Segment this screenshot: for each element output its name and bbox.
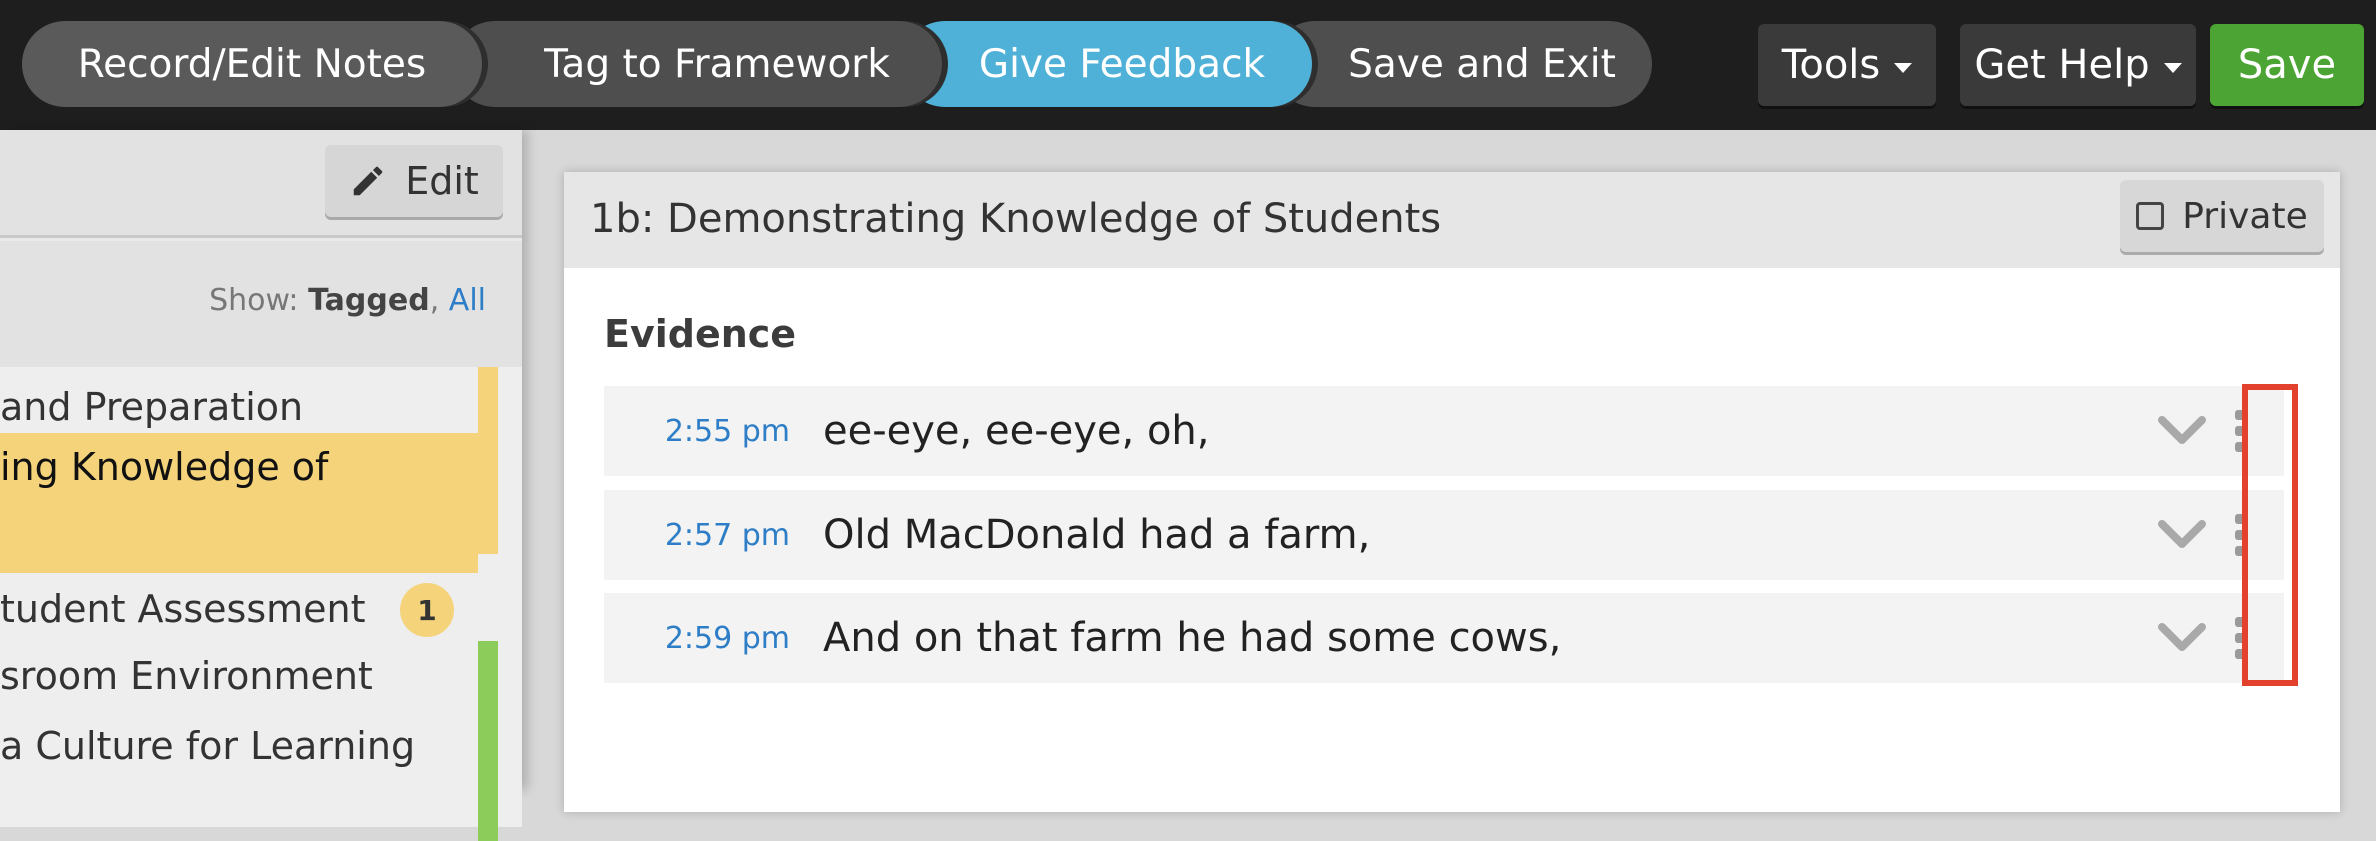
get-help-dropdown-button[interactable]: Get Help xyxy=(1960,24,2196,106)
save-button[interactable]: Save xyxy=(2210,24,2364,106)
domain-color-stripe xyxy=(478,367,498,554)
evidence-row: 2:57 pm Old MacDonald had a farm, xyxy=(604,490,2284,580)
list-item[interactable]: a Culture for Learning xyxy=(0,722,478,778)
step-record-edit-notes[interactable]: Record/Edit Notes xyxy=(22,21,482,107)
evidence-row: 2:55 pm ee-eye, ee-eye, oh, xyxy=(604,386,2284,476)
top-toolbar: Record/Edit Notes Tag to Framework Give … xyxy=(0,0,2376,130)
domain-color-stripe xyxy=(478,641,498,841)
chevron-down-icon[interactable] xyxy=(2156,410,2208,450)
checkbox-icon xyxy=(2136,202,2165,230)
evidence-text: And on that farm he had some cows, xyxy=(823,615,1562,661)
chevron-down-icon[interactable] xyxy=(2156,514,2208,554)
step-save-and-exit[interactable]: Save and Exit xyxy=(1272,21,1652,107)
show-separator: , xyxy=(429,283,440,318)
caret-down-icon xyxy=(1894,63,1913,73)
sidebar-header: Edit xyxy=(0,130,522,238)
chevron-down-icon[interactable] xyxy=(2156,617,2208,657)
save-label: Save xyxy=(2237,42,2337,88)
evidence-timestamp[interactable]: 2:59 pm xyxy=(604,593,790,683)
evidence-timestamp[interactable]: 2:55 pm xyxy=(604,386,790,476)
get-help-label: Get Help xyxy=(1974,42,2150,88)
private-toggle-button[interactable]: Private xyxy=(2120,180,2324,252)
step-give-feedback[interactable]: Give Feedback xyxy=(902,21,1312,107)
card-header: 1b: Demonstrating Knowledge of Students … xyxy=(564,172,2340,268)
evidence-heading: Evidence xyxy=(604,312,797,356)
evidence-row: 2:59 pm And on that farm he had some cow… xyxy=(604,593,2284,683)
caret-down-icon xyxy=(2163,63,2182,73)
tools-label: Tools xyxy=(1781,42,1881,88)
evidence-text: ee-eye, ee-eye, oh, xyxy=(823,408,1210,454)
pencil-icon xyxy=(353,166,383,196)
show-filter: Show: Tagged, All xyxy=(209,283,486,318)
step-label: Record/Edit Notes xyxy=(77,41,427,87)
list-item[interactable]: and Preparation xyxy=(0,377,478,433)
evidence-timestamp[interactable]: 2:57 pm xyxy=(604,490,790,580)
step-label: Save and Exit xyxy=(1348,41,1616,87)
framework-sidebar: Edit Show: Tagged, All and Preparation i… xyxy=(0,130,522,841)
show-all-link[interactable]: All xyxy=(449,283,486,318)
list-item-selected[interactable]: ing Knowledge of xyxy=(0,433,478,573)
drag-handles-highlight-box xyxy=(2242,384,2298,686)
private-label: Private xyxy=(2182,195,2308,237)
step-tag-to-framework[interactable]: Tag to Framework xyxy=(452,21,942,107)
show-prefix: Show: xyxy=(209,283,299,318)
step-label: Give Feedback xyxy=(978,41,1266,87)
list-item[interactable]: sroom Environment xyxy=(0,652,478,708)
show-tagged-option[interactable]: Tagged xyxy=(308,283,430,318)
component-card: 1b: Demonstrating Knowledge of Students … xyxy=(564,172,2340,812)
edit-label: Edit xyxy=(405,159,479,203)
tag-count-badge: 1 xyxy=(400,583,454,637)
step-label: Tag to Framework xyxy=(544,41,890,87)
component-title: 1b: Demonstrating Knowledge of Students xyxy=(590,196,1442,242)
edit-button[interactable]: Edit xyxy=(325,145,503,217)
evidence-text: Old MacDonald had a farm, xyxy=(823,512,1371,558)
component-list: and Preparation ing Knowledge of tudent … xyxy=(0,367,522,841)
tools-dropdown-button[interactable]: Tools xyxy=(1758,24,1936,106)
